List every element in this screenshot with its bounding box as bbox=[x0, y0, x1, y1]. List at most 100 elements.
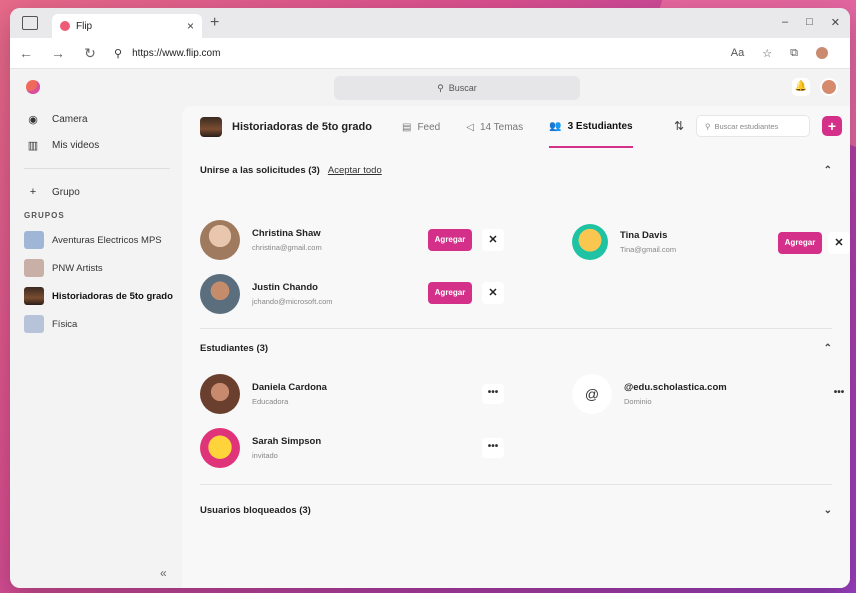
request-info: Tina Davis Tina@gmail.com bbox=[620, 230, 676, 254]
person-email: christina@gmail.com bbox=[252, 243, 322, 252]
decline-close-icon[interactable]: ✕ bbox=[482, 282, 504, 304]
requests-title: Unirse a las solicitudes (3) bbox=[200, 164, 320, 176]
flip-favicon-icon bbox=[60, 21, 70, 31]
url-text: https://www.flip.com bbox=[132, 47, 221, 59]
more-options-button[interactable]: ••• bbox=[482, 438, 504, 458]
flip-app: ⚲ Buscar 🔔 ◉ Camera ▥ Mis videos + Grupo bbox=[10, 68, 850, 588]
person-role: Dominio bbox=[624, 397, 652, 406]
user-avatar[interactable] bbox=[820, 78, 838, 96]
search-icon: ⚲ bbox=[114, 47, 123, 60]
student-card-domain: @ @edu.scholastica.com Dominio bbox=[572, 374, 727, 414]
tab-temas[interactable]: ◁ 14 Temas bbox=[466, 106, 523, 148]
minimize-button[interactable]: – bbox=[782, 16, 788, 29]
sidebar-item-label: Mis videos bbox=[52, 139, 100, 151]
group-thumbnail bbox=[24, 315, 44, 333]
group-thumbnail bbox=[24, 287, 44, 305]
at-sign-icon: @ bbox=[572, 374, 612, 414]
group-tabs: ▤ Feed ◁ 14 Temas 👥 3 Estudiantes bbox=[402, 106, 633, 148]
chevron-up-icon[interactable]: ⌃ bbox=[824, 165, 832, 176]
tab-label: 14 Temas bbox=[479, 121, 524, 133]
person-name: Christina Shaw bbox=[252, 228, 321, 239]
back-arrow-icon[interactable]: ← bbox=[10, 45, 42, 61]
browser-tab[interactable]: Flip × bbox=[52, 14, 202, 38]
search-icon: ⚲ bbox=[705, 121, 711, 131]
forward-arrow-icon[interactable]: → bbox=[42, 45, 74, 61]
sidebar-group-aventuras[interactable]: Aventuras Electricos MPS bbox=[10, 226, 182, 254]
student-info: Sarah Simpson invitado bbox=[252, 436, 321, 460]
person-role: invitado bbox=[252, 451, 278, 460]
request-info: Justin Chando jchando@microsoft.com bbox=[252, 282, 333, 306]
group-title: Historiadoras de 5to grado bbox=[232, 121, 372, 133]
group-label: Historiadoras de 5to grado bbox=[52, 290, 173, 302]
create-group-button[interactable]: + Grupo bbox=[10, 179, 182, 205]
maximize-button[interactable]: □ bbox=[806, 16, 813, 29]
add-button[interactable]: Agregar bbox=[428, 229, 472, 251]
sidebar-group-pnw-artists[interactable]: PNW Artists bbox=[10, 254, 182, 282]
topics-icon: ◁ bbox=[466, 121, 474, 133]
global-search-input[interactable]: ⚲ Buscar bbox=[334, 76, 580, 100]
address-bar-actions: Aa ☆ ⧉ bbox=[731, 47, 828, 60]
flip-logo-icon[interactable] bbox=[26, 80, 40, 94]
chevron-up-icon[interactable]: ⌃ bbox=[824, 343, 832, 354]
collections-icon[interactable]: ⧉ bbox=[790, 47, 798, 60]
sidebar-toggle-icon[interactable] bbox=[22, 16, 38, 30]
favorite-star-icon[interactable]: ☆ bbox=[762, 47, 772, 60]
request-card-tina: Tina Davis Tina@gmail.com bbox=[572, 224, 676, 260]
search-icon: ⚲ bbox=[437, 82, 444, 93]
sidebar-group-fisica[interactable]: Física bbox=[10, 310, 182, 338]
groups-heading: GRUPOS bbox=[24, 211, 65, 220]
group-label: Aventuras Electricos MPS bbox=[52, 234, 162, 246]
global-search-placeholder: Buscar bbox=[448, 83, 477, 93]
blocked-title: Usuarios bloqueados (3) bbox=[200, 504, 311, 516]
collapse-sidebar-icon[interactable]: « bbox=[160, 566, 167, 580]
more-options-button[interactable]: ••• bbox=[828, 384, 850, 404]
student-card-daniela: Daniela Cardona Educadora bbox=[200, 374, 327, 414]
notification-bell-icon[interactable]: 🔔 bbox=[792, 78, 810, 96]
accept-all-link[interactable]: Aceptar todo bbox=[328, 165, 382, 176]
decline-close-icon[interactable]: ✕ bbox=[828, 232, 850, 254]
sort-icon[interactable]: ⇅ bbox=[674, 119, 684, 133]
section-divider bbox=[200, 328, 832, 329]
students-section-header: Estudiantes (3) ⌃ bbox=[182, 334, 850, 362]
sidebar-group-historiadoras[interactable]: Historiadoras de 5to grado bbox=[10, 282, 182, 310]
request-card-justin: Justin Chando jchando@microsoft.com bbox=[200, 274, 333, 314]
app-top-bar: ⚲ Buscar 🔔 bbox=[10, 68, 850, 106]
person-name: Tina Davis bbox=[620, 230, 668, 241]
student-search-placeholder: Buscar estudiantes bbox=[714, 121, 779, 131]
group-main-panel: Historiadoras de 5to grado ▤ Feed ◁ 14 T… bbox=[182, 106, 850, 588]
student-info: @edu.scholastica.com Dominio bbox=[624, 382, 727, 406]
sidebar-divider bbox=[24, 168, 170, 169]
decline-close-icon[interactable]: ✕ bbox=[482, 229, 504, 251]
reload-icon[interactable]: ↻ bbox=[74, 45, 106, 62]
sidebar-item-mis-videos[interactable]: ▥ Mis videos bbox=[10, 132, 182, 158]
add-button[interactable]: Agregar bbox=[428, 282, 472, 304]
group-thumbnail bbox=[24, 259, 44, 277]
new-tab-button[interactable]: + bbox=[210, 14, 219, 32]
window-controls: – □ ✕ bbox=[782, 16, 840, 29]
videos-icon: ▥ bbox=[27, 139, 39, 152]
student-info: Daniela Cardona Educadora bbox=[252, 382, 327, 406]
students-icon: 👥 bbox=[549, 120, 562, 132]
avatar bbox=[200, 374, 240, 414]
tab-close-icon[interactable]: × bbox=[187, 19, 194, 33]
tab-feed[interactable]: ▤ Feed bbox=[402, 106, 440, 148]
tab-label: Feed bbox=[417, 121, 441, 133]
profile-avatar[interactable] bbox=[816, 47, 828, 59]
add-button[interactable]: Agregar bbox=[778, 232, 822, 254]
sidebar-item-camera[interactable]: ◉ Camera bbox=[10, 106, 182, 132]
more-options-button[interactable]: ••• bbox=[482, 384, 504, 404]
address-bar: ← → ↻ ⚲ https://www.flip.com Aa ☆ ⧉ bbox=[10, 38, 850, 69]
avatar bbox=[200, 274, 240, 314]
chevron-down-icon[interactable]: ⌄ bbox=[824, 505, 832, 516]
close-window-button[interactable]: ✕ bbox=[831, 16, 840, 29]
group-thumbnail bbox=[24, 231, 44, 249]
tab-estudiantes[interactable]: 👥 3 Estudiantes bbox=[549, 106, 633, 148]
person-name: Sarah Simpson bbox=[252, 436, 322, 447]
add-student-button[interactable]: + bbox=[822, 116, 842, 136]
url-field[interactable]: ⚲ https://www.flip.com bbox=[114, 47, 220, 60]
avatar bbox=[572, 224, 608, 260]
top-right-actions: 🔔 bbox=[792, 78, 838, 96]
read-aloud-icon[interactable]: Aa bbox=[731, 47, 744, 59]
student-search-input[interactable]: ⚲ Buscar estudiantes bbox=[696, 115, 810, 137]
request-card-christina: Christina Shaw christina@gmail.com bbox=[200, 220, 322, 260]
